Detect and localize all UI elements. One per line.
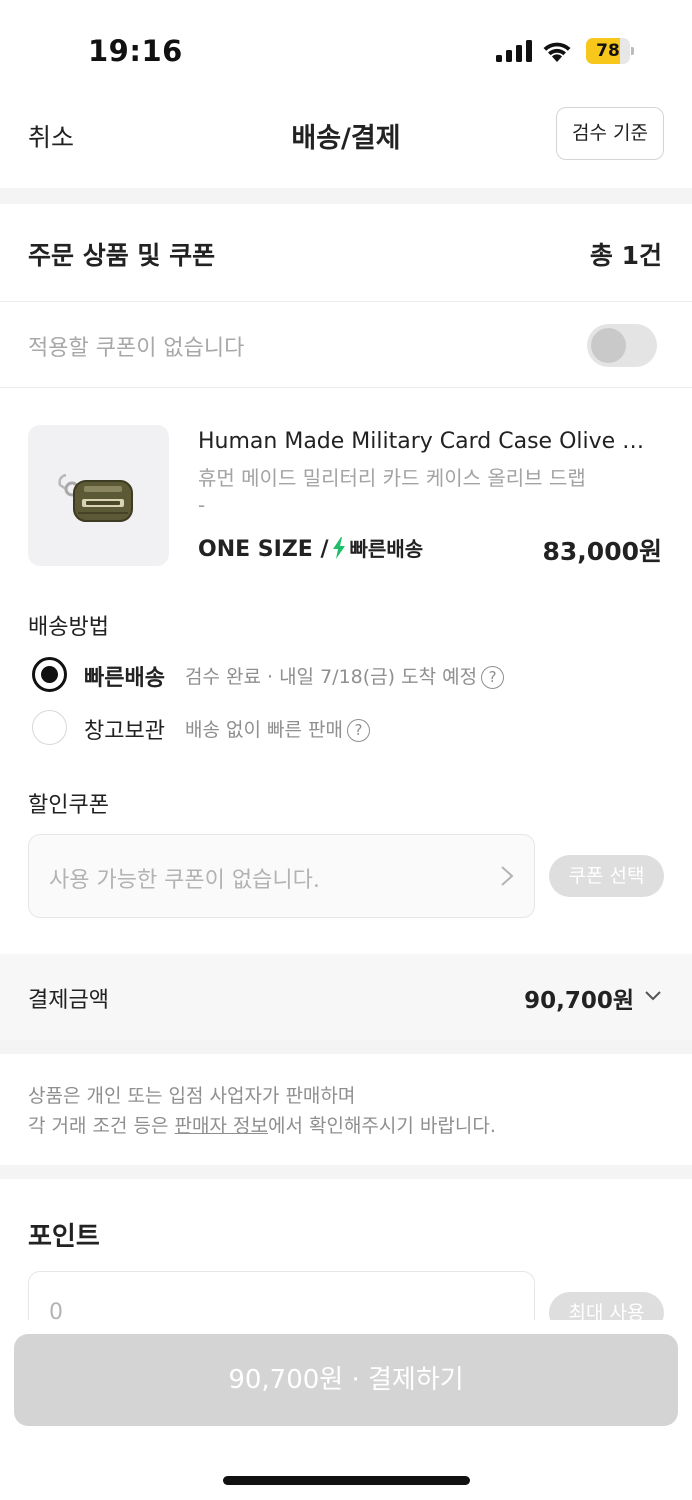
- payment-amount-label: 결제금액: [28, 988, 109, 1013]
- shipping-option-desc: 배송 없이 빠른 판매?: [185, 715, 370, 742]
- coupon-toggle[interactable]: [587, 324, 657, 367]
- shipping-option-fast[interactable]: 빠른배송 검수 완료 · 내일 7/18(금) 도착 예정?: [32, 657, 652, 693]
- product-size: ONE SIZE /: [198, 537, 329, 562]
- status-time: 19:16: [88, 34, 183, 68]
- card-case-image: [58, 473, 133, 522]
- chevron-down-icon[interactable]: [644, 990, 662, 1002]
- fast-delivery-label: 빠른배송: [349, 537, 424, 561]
- seller-info-link[interactable]: 판매자 정보: [175, 1115, 268, 1137]
- product-name-korean: 휴먼 메이드 밀리터리 카드 케이스 올리브 드랩: [198, 466, 586, 490]
- coupon-field[interactable]: 사용 가능한 쿠폰이 없습니다.: [28, 834, 535, 918]
- shipping-option-label: 빠른배송: [84, 666, 165, 691]
- status-bar: 19:16 78: [0, 0, 692, 100]
- notice-line: 상품은 개인 또는 입점 사업자가 판매하며: [28, 1085, 356, 1107]
- shipping-option-label: 창고보관: [84, 719, 165, 744]
- coupon-select-button[interactable]: 쿠폰 선택: [549, 855, 664, 897]
- signal-icon: [496, 40, 532, 62]
- radio-fast[interactable]: [32, 657, 67, 692]
- notice-line: 각 거래 조건 등은 판매자 정보에서 확인해주시기 바랍니다.: [28, 1115, 496, 1137]
- product-image: [28, 425, 169, 566]
- order-count: 총 1건: [589, 241, 662, 270]
- seller-notice: 상품은 개인 또는 입점 사업자가 판매하며 각 거래 조건 등은 판매자 정보…: [28, 1081, 496, 1141]
- bottom-bar: 90,700원 · 결제하기: [0, 1320, 692, 1500]
- discount-coupon-label: 할인쿠폰: [28, 793, 109, 818]
- shipping-method-label: 배송방법: [28, 615, 109, 640]
- toggle-knob: [591, 328, 626, 363]
- home-indicator: [223, 1476, 470, 1485]
- help-icon[interactable]: ?: [481, 666, 505, 689]
- payment-amount: 90,700원: [524, 988, 634, 1014]
- section-divider: [0, 1165, 692, 1179]
- product-option: ONE SIZE / 빠른배송: [198, 533, 423, 562]
- points-title: 포인트: [28, 1222, 100, 1252]
- payment-amount-row[interactable]: 결제금액 90,700원: [0, 954, 692, 1040]
- order-header: 주문 상품 및 쿠폰 총 1건: [0, 204, 692, 302]
- radio-storage[interactable]: [32, 710, 67, 745]
- coupon-placeholder: 사용 가능한 쿠폰이 없습니다.: [49, 868, 320, 893]
- chevron-right-icon: [501, 866, 514, 886]
- coupon-apply-row: 적용할 쿠폰이 없습니다: [0, 302, 692, 388]
- product-name: Human Made Military Card Case Olive Drab: [198, 429, 658, 454]
- shipping-option-desc: 검수 완료 · 내일 7/18(금) 도착 예정?: [185, 662, 505, 689]
- order-section-title: 주문 상품 및 쿠폰: [28, 241, 216, 270]
- inspection-criteria-button[interactable]: 검수 기준: [556, 107, 664, 160]
- battery-level: 78: [596, 41, 620, 61]
- product-extra: -: [198, 493, 206, 517]
- help-icon[interactable]: ?: [346, 719, 370, 742]
- top-nav: 취소 배송/결제 검수 기준: [0, 100, 692, 188]
- coupon-apply-text: 적용할 쿠폰이 없습니다: [28, 336, 245, 361]
- checkout-button[interactable]: 90,700원 · 결제하기: [14, 1334, 678, 1426]
- section-divider: [0, 1040, 692, 1054]
- battery-icon: 78: [586, 38, 634, 64]
- shipping-option-storage[interactable]: 창고보관 배송 없이 빠른 판매?: [32, 710, 652, 746]
- section-divider: [0, 188, 692, 204]
- bolt-icon: [332, 537, 345, 559]
- wifi-icon: [543, 42, 571, 62]
- product-price: 83,000원: [542, 537, 662, 566]
